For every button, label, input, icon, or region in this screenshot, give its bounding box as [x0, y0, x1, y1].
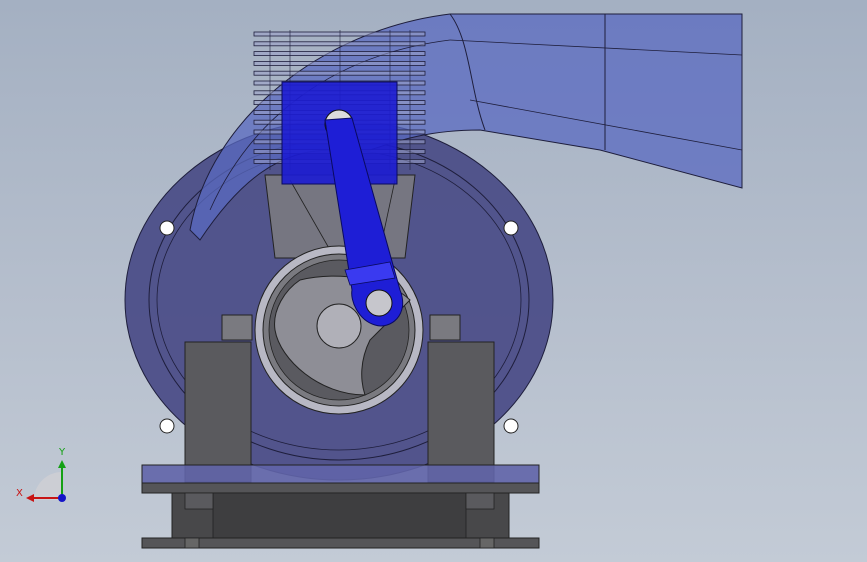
- mount-block-left: [184, 341, 252, 483]
- bolt-hole-top-right: [503, 220, 519, 236]
- cylinder-fin: [253, 61, 426, 66]
- coordinate-triad: X Y: [16, 447, 66, 502]
- bolt-hole-bottom-left: [159, 418, 175, 434]
- bolt-hole-top-left: [159, 220, 175, 236]
- cylinder-fin: [253, 41, 426, 47]
- crankshaft: [316, 303, 362, 349]
- y-axis-label: Y: [58, 447, 66, 458]
- x-axis-label: X: [16, 488, 23, 499]
- cylinder-fin: [253, 70, 426, 76]
- cylinder-fin: [253, 51, 426, 56]
- engine-model[interactable]: X Y: [0, 0, 867, 562]
- crank-pin: [365, 289, 393, 317]
- z-axis-dot: [58, 494, 66, 502]
- graphics-viewport[interactable]: X Y: [0, 0, 867, 562]
- bolt-hole-bottom-right: [503, 418, 519, 434]
- crank-disc[interactable]: [254, 245, 424, 415]
- base-plate[interactable]: [141, 464, 540, 549]
- cylinder-fin: [253, 31, 426, 37]
- mount-block-right: [427, 341, 495, 483]
